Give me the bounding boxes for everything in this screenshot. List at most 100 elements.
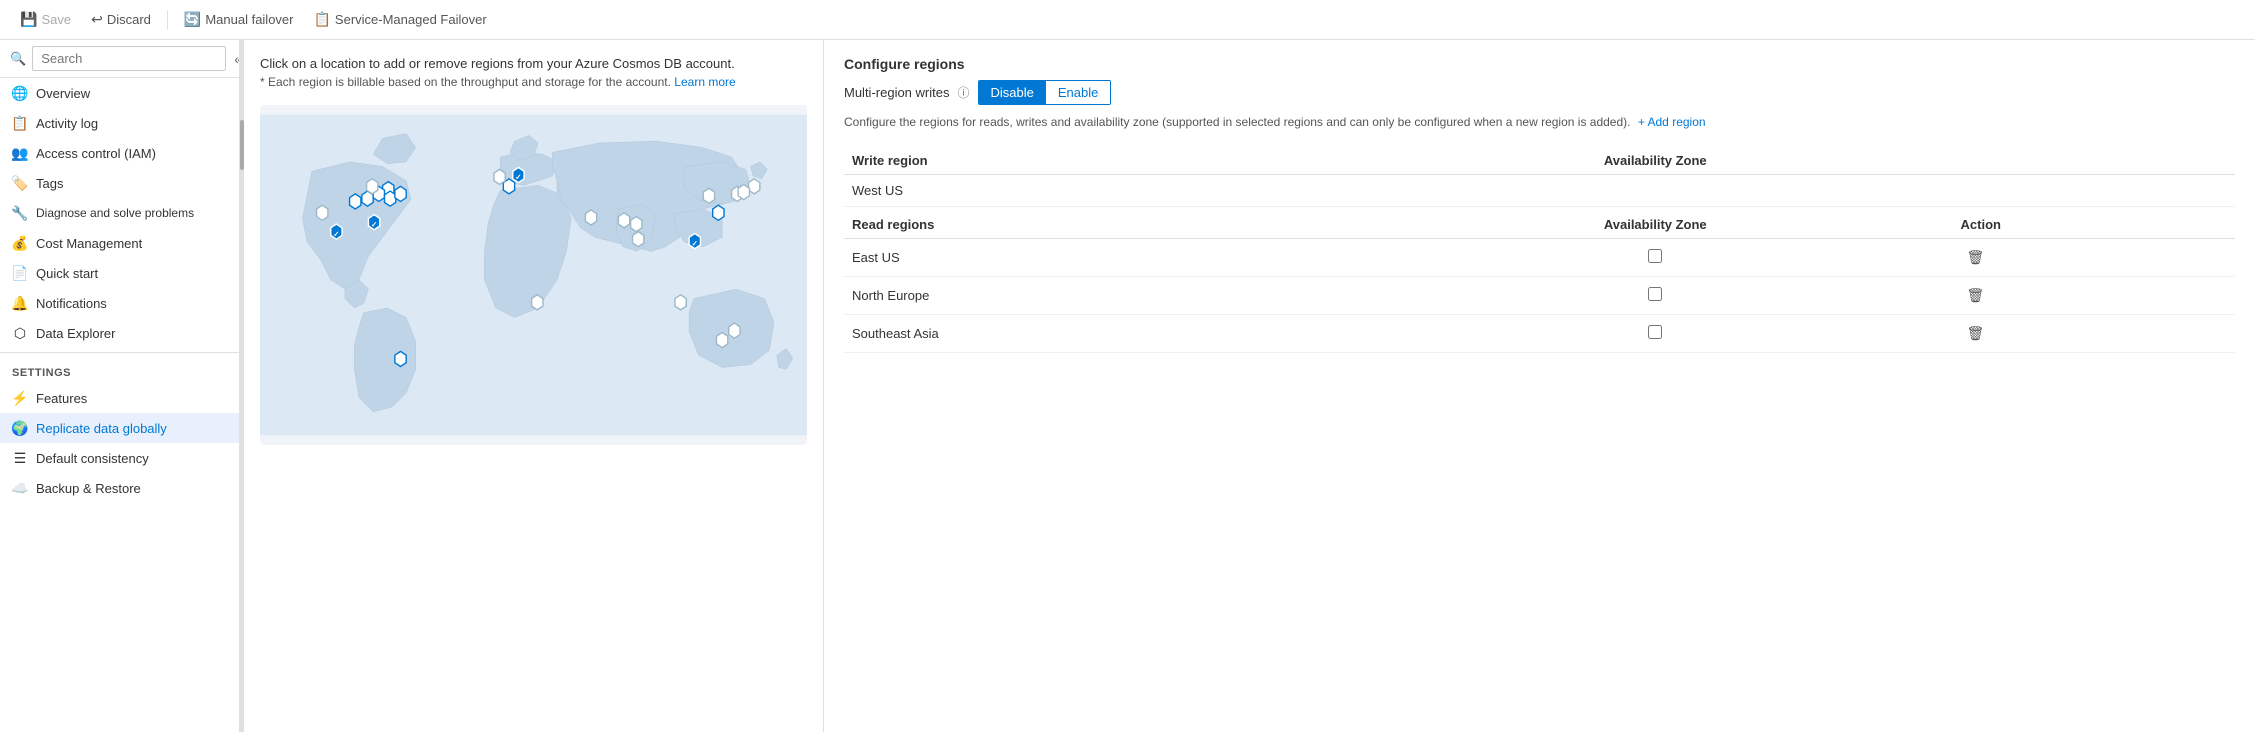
pin-south-india <box>633 232 644 247</box>
north-europe-action: 🗑 <box>1953 277 2235 315</box>
world-map-svg: ✓ ✓ <box>260 105 807 445</box>
search-input[interactable] <box>32 46 226 71</box>
svg-text:✓: ✓ <box>515 173 521 182</box>
north-europe-delete-button[interactable]: 🗑 <box>1961 285 1991 306</box>
discard-button[interactable]: ↩ Discard <box>83 7 159 32</box>
pin-central-india <box>631 217 642 232</box>
sidebar-item-activity-log[interactable]: 📋 Activity log <box>0 108 239 138</box>
east-us-az-checkbox[interactable] <box>1648 249 1662 263</box>
write-region-name: West US <box>844 175 1358 207</box>
pin-japan-west <box>738 184 749 199</box>
scrollbar-thumb <box>240 120 244 170</box>
sidebar-item-diagnose[interactable]: 🔧 Diagnose and solve problems <box>0 198 239 228</box>
data-explorer-icon: ⬡ <box>12 325 28 341</box>
add-region-link[interactable]: + Add region <box>1638 115 1706 129</box>
overview-icon: 🌐 <box>12 85 28 101</box>
sidebar-item-notifications[interactable]: 🔔 Notifications <box>0 288 239 318</box>
pin-australia-east <box>729 323 740 338</box>
search-icon: 🔍 <box>10 51 26 67</box>
disable-toggle[interactable]: Disable <box>979 81 1046 104</box>
read-regions-col-header: Read regions <box>844 207 1358 239</box>
pin-uk-south <box>494 169 505 184</box>
learn-more-link[interactable]: Learn more <box>674 75 735 89</box>
map-note: * Each region is billable based on the t… <box>260 75 807 89</box>
quick-start-icon: 📄 <box>12 265 28 281</box>
sidebar-item-cost-management[interactable]: 💰 Cost Management <box>0 228 239 258</box>
enable-toggle[interactable]: Enable <box>1046 81 1110 104</box>
sidebar-item-data-explorer[interactable]: ⬡ Data Explorer <box>0 318 239 348</box>
svg-text:✓: ✓ <box>371 220 377 229</box>
pin-us-4 <box>384 191 395 206</box>
notifications-icon: 🔔 <box>12 295 28 311</box>
cost-icon: 💰 <box>12 235 28 251</box>
consistency-icon: ☰ <box>12 450 28 466</box>
sidebar-item-overview[interactable]: 🌐 Overview <box>0 78 239 108</box>
read-regions-header-row: Read regions Availability Zone Action <box>844 207 2235 239</box>
discard-icon: ↩ <box>91 11 103 28</box>
pin-australia-se <box>716 333 727 348</box>
pin-us-5 <box>395 186 406 201</box>
sidebar-item-default-consistency[interactable]: ☰ Default consistency <box>0 443 239 473</box>
content-area: Click on a location to add or remove reg… <box>244 40 2255 732</box>
sidebar-item-features[interactable]: ⚡ Features <box>0 383 239 413</box>
settings-section-label: Settings <box>0 357 239 383</box>
pin-canada-central <box>367 179 378 194</box>
diagnose-icon: 🔧 <box>12 205 28 221</box>
east-us-az <box>1358 239 1953 277</box>
southeast-asia-name: Southeast Asia <box>844 315 1358 353</box>
write-region-az <box>1358 175 1953 207</box>
sidebar-divider <box>0 352 239 353</box>
manual-failover-button[interactable]: 🔄 Manual failover <box>176 7 302 32</box>
info-icon[interactable]: ⓘ <box>957 84 969 101</box>
multi-region-label: Multi-region writes <box>844 85 949 100</box>
access-control-icon: 👥 <box>12 145 28 161</box>
pin-us-central <box>350 194 361 209</box>
pin-south-africa-2 <box>675 295 686 310</box>
sidebar-item-access-control[interactable]: 👥 Access control (IAM) <box>0 138 239 168</box>
read-region-north-europe: North Europe 🗑 <box>844 277 2235 315</box>
availability-zone-col-header: Availability Zone <box>1358 147 1953 175</box>
east-us-name: East US <box>844 239 1358 277</box>
backup-icon: ☁️ <box>12 480 28 496</box>
north-europe-name: North Europe <box>844 277 1358 315</box>
sidebar-item-backup-restore[interactable]: ☁️ Backup & Restore <box>0 473 239 503</box>
pin-uae <box>585 210 596 225</box>
main-layout: 🔍 « 🌐 Overview 📋 Activity log 👥 Access c… <box>0 40 2255 732</box>
save-icon: 💾 <box>20 11 37 28</box>
write-region-col-header: Write region <box>844 147 1358 175</box>
svg-text:✓: ✓ <box>692 239 698 248</box>
read-region-southeast-asia: Southeast Asia 🗑 <box>844 315 2235 353</box>
read-az-col-header: Availability Zone <box>1358 207 1953 239</box>
pin-brazil <box>395 351 406 366</box>
action-col-header: Action <box>1953 207 2235 239</box>
configure-title: Configure regions <box>844 56 2235 72</box>
sidebar-item-tags[interactable]: 🏷️ Tags <box>0 168 239 198</box>
pin-japan-east <box>749 179 760 194</box>
service-managed-icon: 📋 <box>313 11 330 28</box>
southeast-asia-delete-button[interactable]: 🗑 <box>1961 323 1991 344</box>
tags-icon: 🏷️ <box>12 175 28 191</box>
toolbar-separator <box>167 10 168 30</box>
sidebar-scrollbar[interactable] <box>240 40 244 732</box>
save-button[interactable]: 💾 Save <box>12 7 79 32</box>
pin-east-asia <box>713 205 724 220</box>
world-map[interactable]: ✓ ✓ <box>260 105 807 445</box>
configure-description: Configure the regions for reads, writes … <box>844 113 2235 131</box>
toggle-group: Disable Enable <box>978 80 1112 105</box>
sidebar-item-quick-start[interactable]: 📄 Quick start <box>0 258 239 288</box>
service-managed-failover-button[interactable]: 📋 Service-Managed Failover <box>305 7 494 32</box>
replicate-icon: 🌍 <box>12 420 28 436</box>
southeast-asia-az-checkbox[interactable] <box>1648 325 1662 339</box>
map-panel: Click on a location to add or remove reg… <box>244 40 824 732</box>
collapse-button[interactable]: « <box>232 49 240 69</box>
north-europe-az <box>1358 277 1953 315</box>
southeast-asia-action: 🗑 <box>1953 315 2235 353</box>
map-description: Click on a location to add or remove reg… <box>260 56 807 71</box>
toolbar: 💾 Save ↩ Discard 🔄 Manual failover 📋 Ser… <box>0 0 2255 40</box>
north-europe-az-checkbox[interactable] <box>1648 287 1662 301</box>
search-bar: 🔍 « <box>0 40 239 78</box>
sidebar-item-replicate-globally[interactable]: 🌍 Replicate data globally <box>0 413 239 443</box>
svg-text:✓: ✓ <box>333 229 339 238</box>
features-icon: ⚡ <box>12 390 28 406</box>
east-us-delete-button[interactable]: 🗑 <box>1961 247 1991 268</box>
